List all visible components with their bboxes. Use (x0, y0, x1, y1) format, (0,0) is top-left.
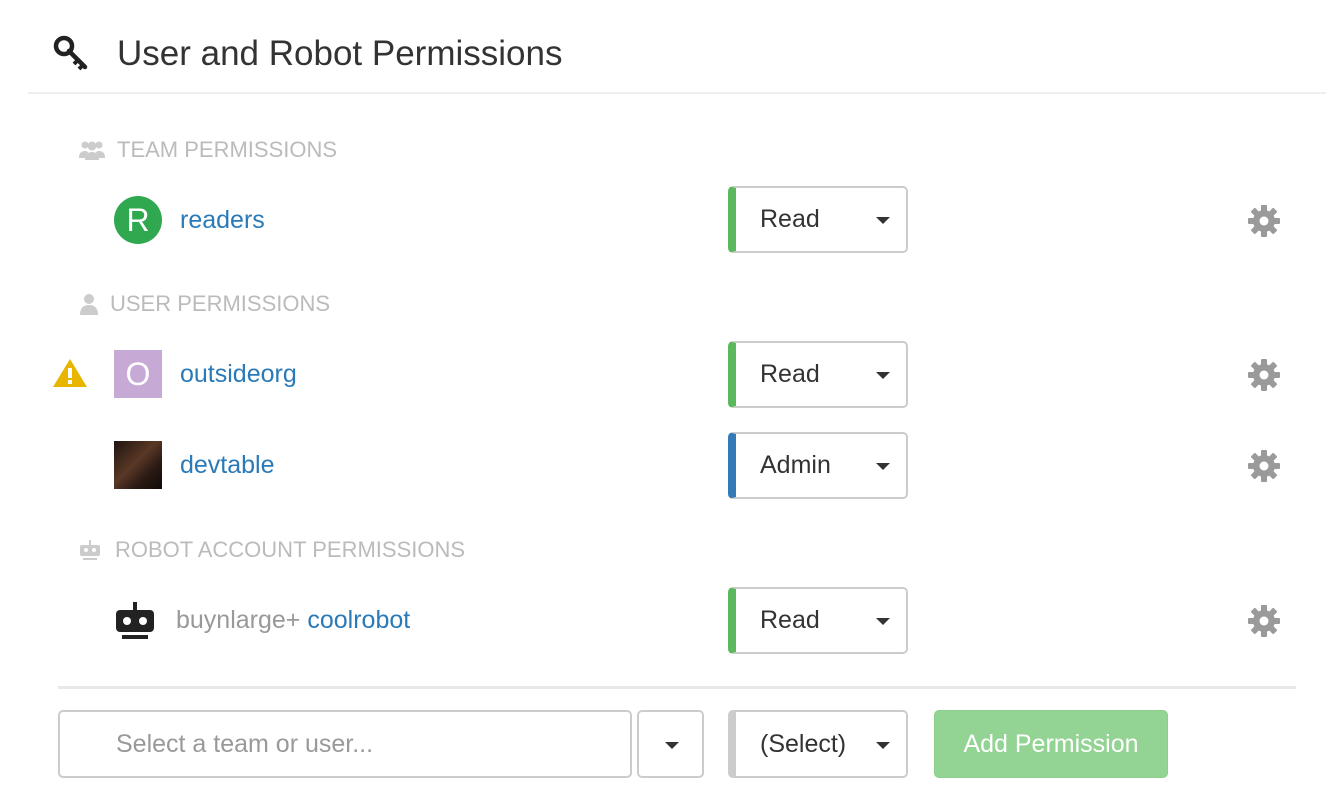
entity-link-outsideorg[interactable]: outsideorg (180, 360, 297, 389)
entity-link-readers[interactable]: readers (180, 206, 265, 235)
caret-down-icon (665, 742, 679, 749)
team-row-readers: R readers (114, 196, 265, 244)
user-row-outsideorg: O outsideorg (114, 350, 297, 398)
role-select-devtable[interactable]: Admin (728, 432, 908, 499)
avatar-letter: O (125, 355, 151, 392)
robot-icon (80, 540, 100, 560)
role-value: Read (760, 205, 820, 233)
caret-down-icon (876, 463, 890, 470)
caret-down-icon (876, 217, 890, 224)
section-label-text: ROBOT ACCOUNT PERMISSIONS (115, 537, 466, 562)
gear-icon[interactable] (1246, 357, 1282, 393)
key-icon (53, 35, 88, 71)
user-row-devtable: devtable (114, 441, 275, 489)
add-permission-button[interactable]: Add Permission (934, 710, 1168, 778)
role-value: (Select) (760, 729, 847, 758)
robot-namespace: buynlarge+ (176, 605, 301, 634)
divider (58, 686, 1296, 689)
new-role-select[interactable]: (Select) (728, 710, 908, 778)
role-select-readers[interactable]: Read (728, 186, 908, 253)
gear-icon[interactable] (1246, 603, 1282, 639)
warning-icon (53, 359, 87, 387)
section-team-permissions: TEAM PERMISSIONS (79, 136, 338, 164)
robot-name: buynlarge+ coolrobot (176, 606, 410, 635)
entity-link-coolrobot[interactable]: coolrobot (307, 606, 410, 634)
avatar: R (114, 196, 162, 244)
robot-icon (116, 602, 154, 639)
user-icon (80, 294, 98, 315)
caret-down-icon (876, 372, 890, 379)
users-icon (79, 141, 105, 160)
section-label-text: USER PERMISSIONS (110, 291, 331, 316)
caret-down-icon (876, 618, 890, 625)
caret-down-icon (876, 742, 890, 749)
avatar: O (114, 350, 162, 398)
section-user-permissions: USER PERMISSIONS (80, 290, 331, 318)
entity-link-devtable[interactable]: devtable (180, 451, 275, 480)
entity-search-input[interactable] (58, 710, 632, 778)
page-title: User and Robot Permissions (117, 34, 563, 73)
page-header: User and Robot Permissions (28, 0, 1326, 94)
gear-icon[interactable] (1246, 203, 1282, 239)
role-select-coolrobot[interactable]: Read (728, 587, 908, 654)
section-robot-permissions: ROBOT ACCOUNT PERMISSIONS (80, 536, 466, 564)
robot-row-coolrobot: buynlarge+ coolrobot (114, 596, 410, 644)
section-label-text: TEAM PERMISSIONS (117, 137, 338, 162)
role-select-outsideorg[interactable]: Read (728, 341, 908, 408)
avatar-letter: R (126, 201, 150, 238)
gear-icon[interactable] (1246, 448, 1282, 484)
role-value: Admin (760, 451, 831, 479)
entity-dropdown-button[interactable] (637, 710, 704, 778)
role-value: Read (760, 360, 820, 388)
role-value: Read (760, 606, 820, 634)
avatar-photo (114, 441, 162, 489)
